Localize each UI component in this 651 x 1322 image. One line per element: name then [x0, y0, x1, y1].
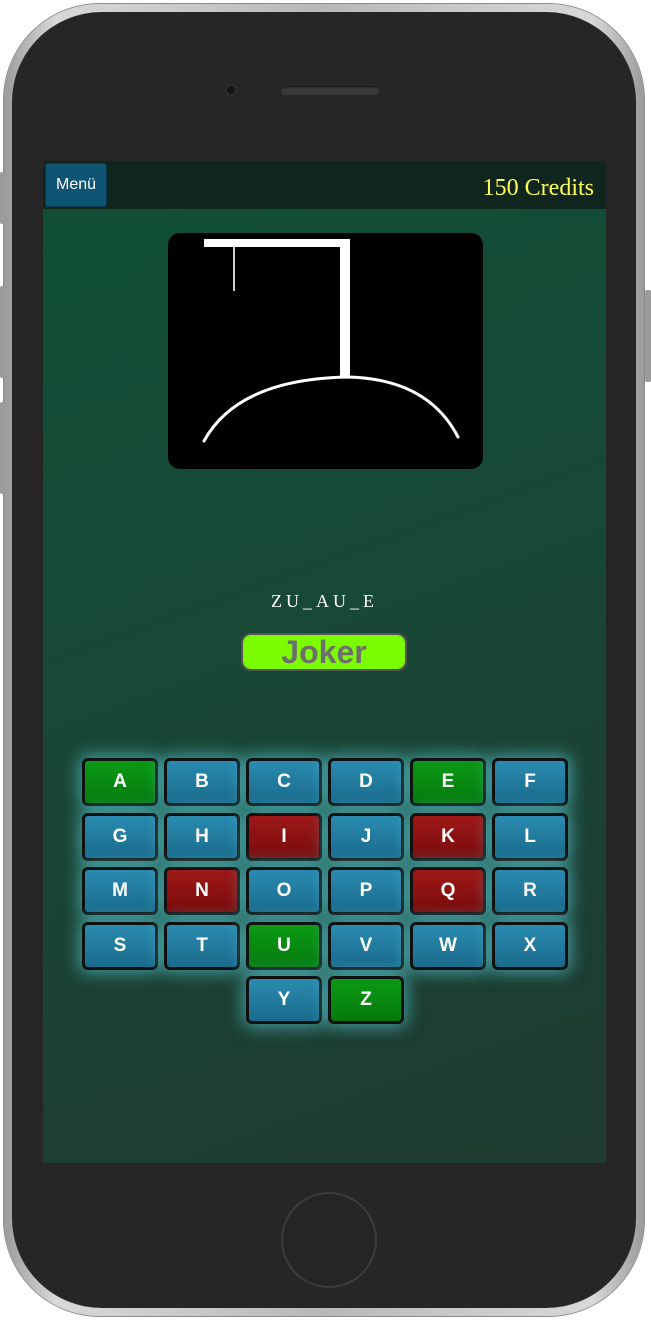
letter-key-z[interactable]: Z	[328, 976, 404, 1024]
letter-key-x[interactable]: X	[492, 922, 568, 970]
top-bar: Menü 150 Credits	[43, 161, 606, 209]
letter-key-a[interactable]: A	[82, 758, 158, 806]
letter-key-y[interactable]: Y	[246, 976, 322, 1024]
letter-key-k[interactable]: K	[410, 813, 486, 861]
letter-key-m[interactable]: M	[82, 867, 158, 915]
letter-key-n[interactable]: N	[164, 867, 240, 915]
letter-key-h[interactable]: H	[164, 813, 240, 861]
gallows-beam	[204, 239, 350, 247]
volume-up-button[interactable]	[0, 286, 6, 378]
menu-button[interactable]: Menü	[45, 163, 107, 207]
letter-key-b[interactable]: B	[164, 758, 240, 806]
joker-button[interactable]: Joker	[241, 633, 407, 671]
app-screen: Menü 150 Credits ZU_AU_E Joker ABCDEF GHI…	[43, 161, 606, 1163]
volume-down-button[interactable]	[0, 402, 6, 494]
letter-key-j[interactable]: J	[328, 813, 404, 861]
gallows-hill	[202, 375, 460, 443]
letter-key-s[interactable]: S	[82, 922, 158, 970]
gallows-post	[340, 241, 350, 378]
power-button[interactable]	[645, 290, 651, 382]
letter-key-v[interactable]: V	[328, 922, 404, 970]
letter-key-q[interactable]: Q	[410, 867, 486, 915]
word-display: ZU_AU_E	[271, 591, 378, 611]
letter-key-e[interactable]: E	[410, 758, 486, 806]
letter-key-u[interactable]: U	[246, 922, 322, 970]
letter-key-f[interactable]: F	[492, 758, 568, 806]
front-camera	[225, 84, 237, 96]
letter-key-c[interactable]: C	[246, 758, 322, 806]
letter-key-i[interactable]: I	[246, 813, 322, 861]
hangman-canvas	[168, 233, 483, 469]
letter-key-o[interactable]: O	[246, 867, 322, 915]
home-button[interactable]	[281, 1192, 377, 1288]
letter-key-t[interactable]: T	[164, 922, 240, 970]
silent-switch[interactable]	[0, 172, 6, 224]
letter-key-d[interactable]: D	[328, 758, 404, 806]
earpiece-speaker	[280, 86, 380, 95]
letter-key-w[interactable]: W	[410, 922, 486, 970]
gallows-drawing	[202, 239, 460, 443]
letter-key-g[interactable]: G	[82, 813, 158, 861]
letter-key-l[interactable]: L	[492, 813, 568, 861]
letter-key-p[interactable]: P	[328, 867, 404, 915]
letter-key-r[interactable]: R	[492, 867, 568, 915]
credits-display: 150 Credits	[482, 175, 594, 201]
